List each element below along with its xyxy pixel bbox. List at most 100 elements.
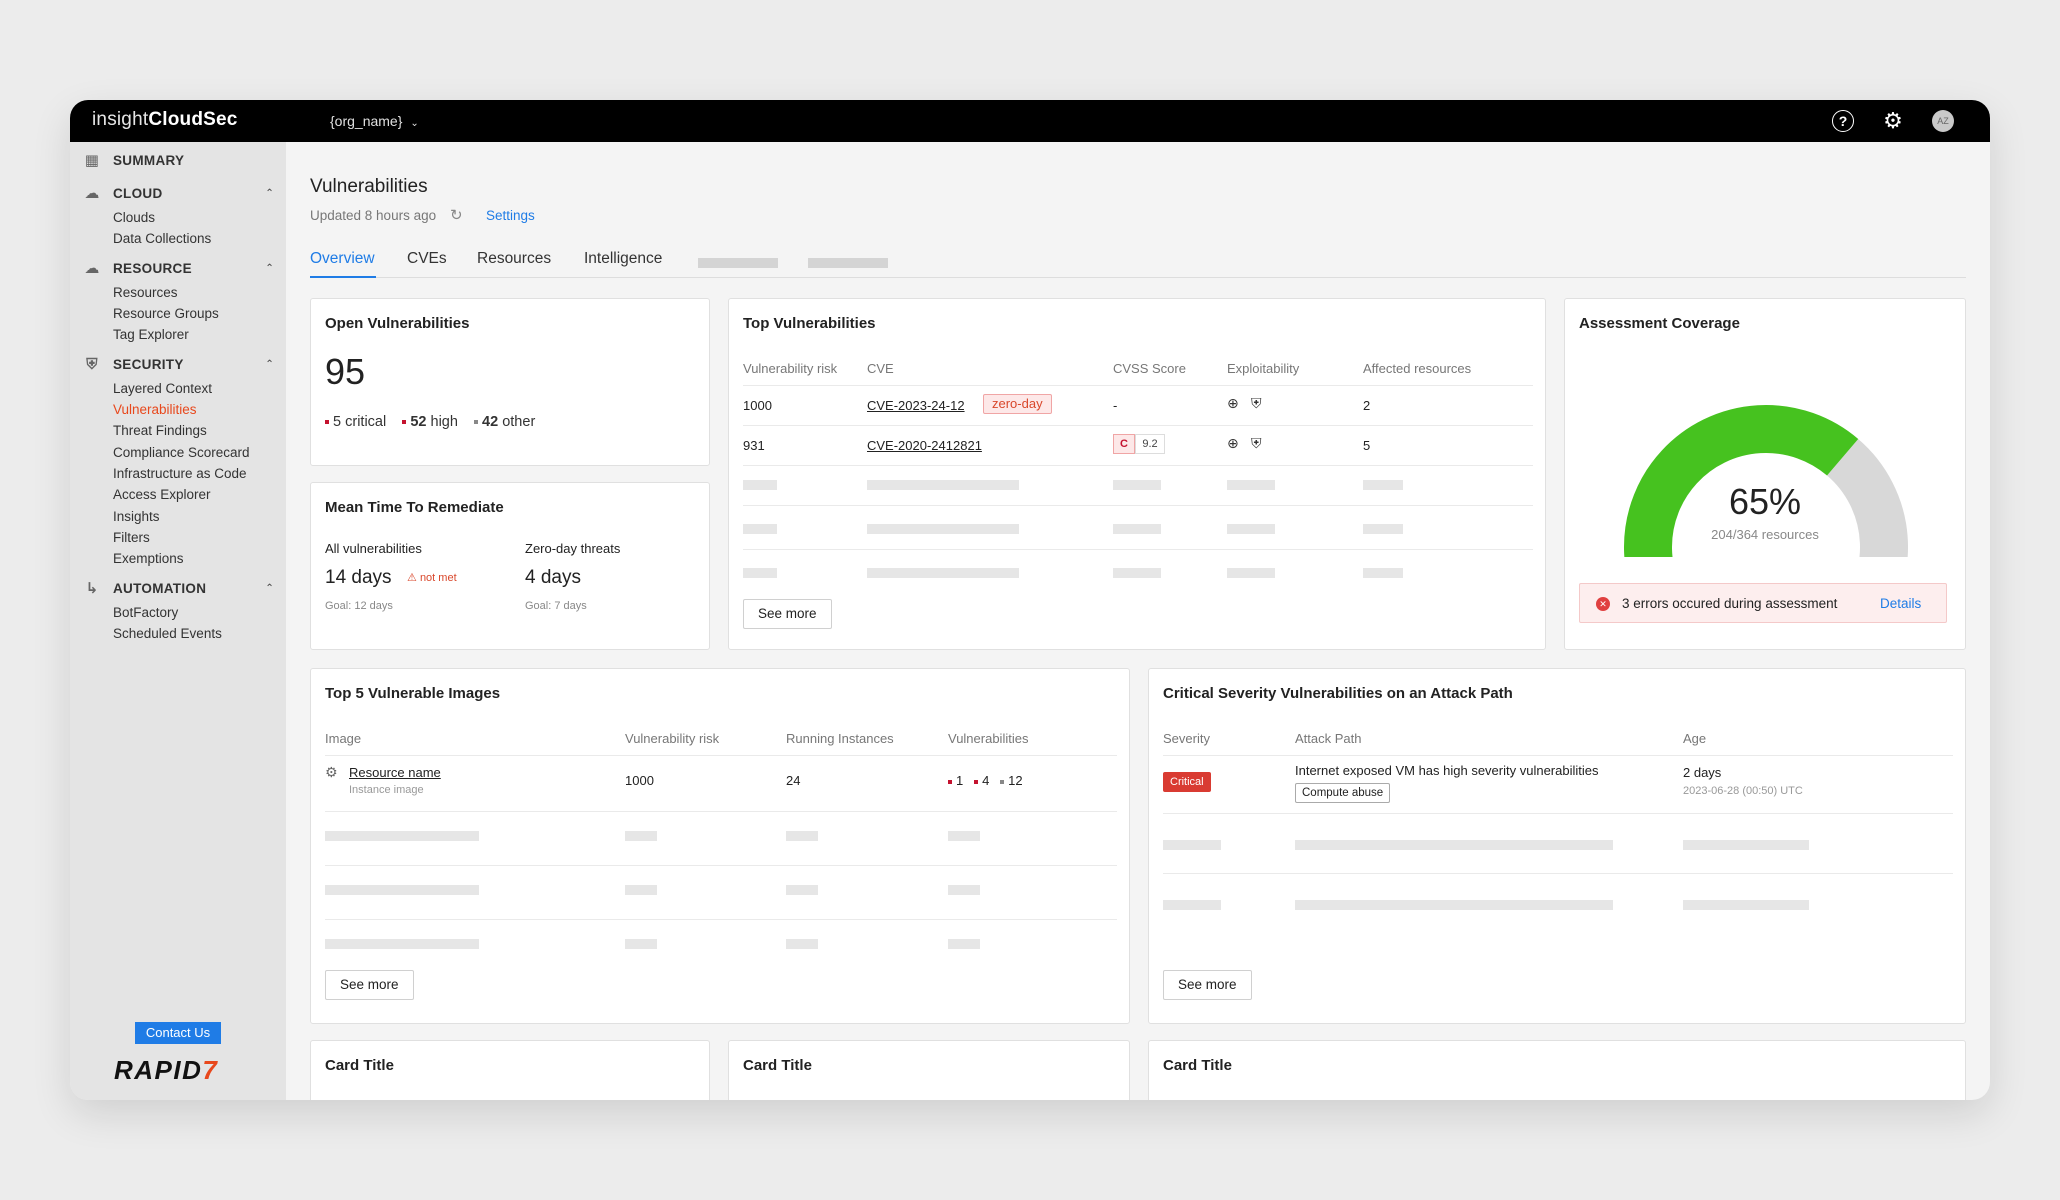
coverage-resources: 204/364 resources [1711,527,1819,542]
sidebar-item-layered-context[interactable]: Layered Context [113,380,212,398]
placeholder-bar [1113,480,1161,490]
placeholder-bar [1227,480,1275,490]
warning-icon: ⚠ [407,572,417,584]
column-header: Attack Path [1295,731,1362,746]
running-instances-cell: 24 [786,773,801,788]
sidebar-section-resource[interactable]: ☁ RESOURCE ⌃ [82,257,278,279]
column-header: Vulnerabilities [948,731,1029,746]
placeholder-bar [786,885,818,895]
card-title: Card Title [325,1057,394,1074]
column-header: Running Instances [786,731,894,746]
placeholder-bar [867,568,1019,578]
column-header: Vulnerability risk [625,731,720,746]
assessment-coverage-card: Assessment Coverage 65% 204/364 resource… [1564,298,1966,650]
sidebar-item-compliance-scorecard[interactable]: Compliance Scorecard [113,444,250,462]
card-title: Top 5 Vulnerable Images [325,685,501,702]
sidebar-item-clouds[interactable]: Clouds [113,209,155,227]
org-selector[interactable]: {org_name} ⌄ [330,113,419,129]
card-title: Top Vulnerabilities [743,315,876,332]
sidebar-item-insights[interactable]: Insights [113,508,160,526]
gear-icon[interactable]: ⚙ [1882,108,1904,133]
contact-us-button[interactable]: Contact Us [135,1022,221,1044]
sidebar-item-botfactory[interactable]: BotFactory [113,604,178,622]
row-divider [325,919,1117,920]
vulnerabilities-breakdown: 1 4 12 [948,773,1023,788]
other-marker [474,420,479,425]
sidebar-item-access-explorer[interactable]: Access Explorer [113,486,211,504]
high-marker [974,779,979,784]
sidebar-section-automation[interactable]: ↳ AUTOMATION ⌃ [82,577,278,599]
sidebar-item-filters[interactable]: Filters [113,529,150,547]
tab-intelligence[interactable]: Intelligence [584,250,662,268]
sidebar-item-vulnerabilities[interactable]: Vulnerabilities [113,401,197,419]
chevron-down-icon: ⌄ [410,118,419,129]
app-logo[interactable]: insightCloudSec [92,109,238,131]
column-header: Exploitability [1227,361,1300,376]
age-cell: 2 days [1683,765,1722,780]
chevron-up-icon: ⌃ [265,187,274,199]
resource-name-link[interactable]: Resource name [349,765,441,780]
placeholder-bar [1295,840,1613,850]
page-title: Vulnerabilities [310,176,428,197]
tab-cves[interactable]: CVEs [407,250,447,268]
settings-link[interactable]: Settings [486,208,535,223]
see-more-button[interactable]: See more [325,970,414,1000]
critical-marker [325,420,329,425]
avatar[interactable]: AZ [1932,110,1954,132]
row-divider [1163,813,1953,814]
help-icon[interactable]: ? [1832,110,1854,132]
card-title: Open Vulnerabilities [325,315,470,332]
mttr-zeroday-value: 4 days [525,567,581,588]
vulnerable-images-card: Top 5 Vulnerable Images Image Vulnerabil… [310,668,1130,1024]
details-link[interactable]: Details [1880,596,1921,611]
card-title: Critical Severity Vulnerabilities on an … [1163,685,1513,702]
high-marker [402,420,407,425]
shield-icon: ⛨ [86,355,98,373]
sidebar-item-resource-groups[interactable]: Resource Groups [113,305,219,323]
row-divider [325,865,1117,866]
placeholder-bar [743,480,777,490]
column-header: Age [1683,731,1707,746]
sidebar-item-resources[interactable]: Resources [113,284,178,302]
sidebar-item-infrastructure-as-code[interactable]: Infrastructure as Code [113,465,247,483]
placeholder-bar [867,480,1019,490]
refresh-icon[interactable]: ↻ [450,206,463,224]
row-divider [743,549,1533,550]
row-divider [743,505,1533,506]
sidebar: ▦ SUMMARY ☁ CLOUD ⌃ Clouds Data Collecti… [70,142,286,1100]
placeholder-bar [1113,524,1161,534]
cve-link[interactable]: CVE-2020-2412821 [867,438,982,453]
row-divider [743,385,1533,386]
placeholder-bar [948,885,980,895]
placeholder-bar [325,885,479,895]
sidebar-item-tag-explorer[interactable]: Tag Explorer [113,326,189,344]
mttr-all-label: All vulnerabilities [325,541,422,556]
see-more-button[interactable]: See more [743,599,832,629]
placeholder-bar [1295,900,1613,910]
sidebar-item-scheduled-events[interactable]: Scheduled Events [113,625,222,643]
sidebar-item-threat-findings[interactable]: Threat Findings [113,422,207,440]
sidebar-item-data-collections[interactable]: Data Collections [113,230,211,248]
error-icon: ✕ [1596,597,1610,611]
tab-bar: Overview CVEs Resources Intelligence [310,242,1966,278]
sidebar-item-exemptions[interactable]: Exemptions [113,550,184,568]
sidebar-section-summary[interactable]: ▦ SUMMARY [82,149,278,171]
tab-overview[interactable]: Overview [310,250,375,268]
age-timestamp: 2023-06-28 (00:50) UTC [1683,785,1803,797]
see-more-button[interactable]: See more [1163,970,1252,1000]
tab-resources[interactable]: Resources [477,250,551,268]
assessment-error-banner: ✕ 3 errors occured during assessment Det… [1579,583,1947,623]
placeholder-bar [1227,524,1275,534]
critical-severity-badge: Critical [1163,772,1211,792]
attack-path-description[interactable]: Internet exposed VM has high severity vu… [1295,763,1599,778]
tab-placeholder [698,258,778,268]
compute-abuse-tag: Compute abuse [1295,783,1391,803]
mttr-all-goal: Goal: 12 days [325,600,393,612]
cve-link[interactable]: CVE-2023-24-12 [867,398,965,413]
placeholder-bar [948,831,980,841]
sidebar-section-security[interactable]: ⛨ SECURITY ⌃ [82,353,278,375]
open-vulnerabilities-total: 95 [325,351,366,392]
crosshair-icon: ⊕ [1227,395,1239,411]
sidebar-section-cloud[interactable]: ☁ CLOUD ⌃ [82,182,278,204]
placeholder-bar [786,939,818,949]
